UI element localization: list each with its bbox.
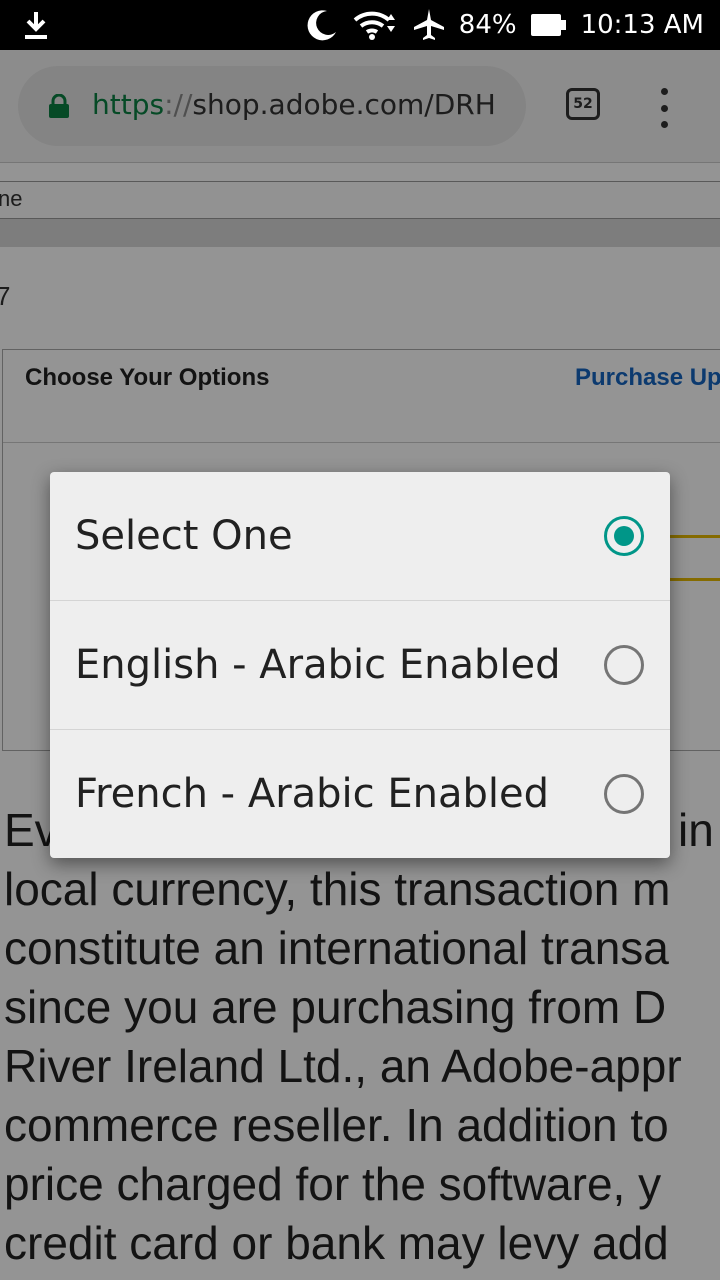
radio-unchecked-icon[interactable]	[604, 774, 644, 814]
battery-icon	[530, 14, 567, 36]
clock: 10:13 AM	[580, 10, 704, 40]
option-french-arabic[interactable]: French - Arabic Enabled	[50, 730, 670, 858]
download-icon	[25, 12, 47, 39]
option-label: Select One	[75, 513, 293, 559]
status-bar: 84% 10:13 AM	[0, 0, 720, 50]
option-english-arabic[interactable]: English - Arabic Enabled	[50, 601, 670, 729]
moon-icon	[307, 10, 336, 41]
language-select-dialog: Select One English - Arabic Enabled Fren…	[50, 472, 670, 858]
radio-checked-icon[interactable]	[604, 516, 644, 556]
option-label: English - Arabic Enabled	[75, 642, 561, 688]
radio-unchecked-icon[interactable]	[604, 645, 644, 685]
wifi-icon	[353, 11, 395, 40]
airplane-icon	[413, 9, 444, 40]
battery-percent: 84%	[458, 10, 517, 40]
option-label: French - Arabic Enabled	[75, 771, 550, 817]
option-select-one[interactable]: Select One	[50, 472, 670, 600]
